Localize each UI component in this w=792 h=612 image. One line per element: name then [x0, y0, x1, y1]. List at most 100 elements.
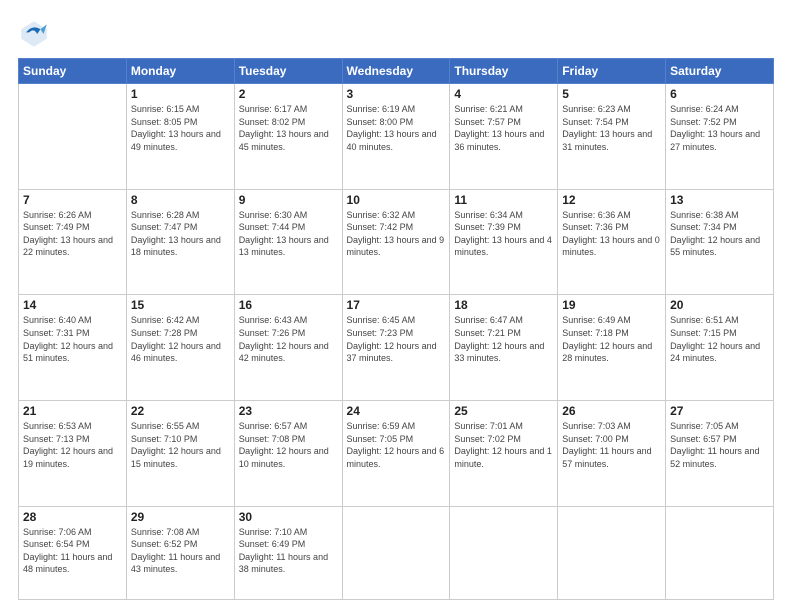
day-number: 17	[347, 298, 446, 312]
logo-icon	[18, 18, 50, 50]
day-info: Sunrise: 7:01 AMSunset: 7:02 PMDaylight:…	[454, 420, 553, 470]
calendar-cell: 21 Sunrise: 6:53 AMSunset: 7:13 PMDayligh…	[19, 401, 127, 507]
day-info: Sunrise: 7:05 AMSunset: 6:57 PMDaylight:…	[670, 420, 769, 470]
calendar-cell: 23 Sunrise: 6:57 AMSunset: 7:08 PMDayligh…	[234, 401, 342, 507]
day-info: Sunrise: 7:08 AMSunset: 6:52 PMDaylight:…	[131, 526, 230, 576]
day-number: 3	[347, 87, 446, 101]
day-info: Sunrise: 6:53 AMSunset: 7:13 PMDaylight:…	[23, 420, 122, 470]
week-row-2: 7 Sunrise: 6:26 AMSunset: 7:49 PMDaylight…	[19, 189, 774, 295]
calendar-cell: 30Sunrise: 7:10 AMSunset: 6:49 PMDayligh…	[234, 506, 342, 599]
week-row-1: 1 Sunrise: 6:15 AMSunset: 8:05 PMDaylight…	[19, 84, 774, 190]
day-info: Sunrise: 7:03 AMSunset: 7:00 PMDaylight:…	[562, 420, 661, 470]
calendar-cell	[342, 506, 450, 599]
day-info: Sunrise: 6:34 AMSunset: 7:39 PMDaylight:…	[454, 209, 553, 259]
calendar-cell: 9 Sunrise: 6:30 AMSunset: 7:44 PMDaylight…	[234, 189, 342, 295]
calendar-cell: 17 Sunrise: 6:45 AMSunset: 7:23 PMDayligh…	[342, 295, 450, 401]
day-info: Sunrise: 7:10 AMSunset: 6:49 PMDaylight:…	[239, 526, 338, 576]
day-info: Sunrise: 6:59 AMSunset: 7:05 PMDaylight:…	[347, 420, 446, 470]
day-info: Sunrise: 6:43 AMSunset: 7:26 PMDaylight:…	[239, 314, 338, 364]
day-info: Sunrise: 6:57 AMSunset: 7:08 PMDaylight:…	[239, 420, 338, 470]
calendar-cell: 24 Sunrise: 6:59 AMSunset: 7:05 PMDayligh…	[342, 401, 450, 507]
weekday-header-saturday: Saturday	[666, 59, 774, 84]
day-number: 16	[239, 298, 338, 312]
day-number: 10	[347, 193, 446, 207]
day-info: Sunrise: 6:45 AMSunset: 7:23 PMDaylight:…	[347, 314, 446, 364]
day-number: 14	[23, 298, 122, 312]
day-info: Sunrise: 6:40 AMSunset: 7:31 PMDaylight:…	[23, 314, 122, 364]
weekday-header-monday: Monday	[126, 59, 234, 84]
day-number: 9	[239, 193, 338, 207]
calendar-cell: 6 Sunrise: 6:24 AMSunset: 7:52 PMDaylight…	[666, 84, 774, 190]
calendar-cell: 18 Sunrise: 6:47 AMSunset: 7:21 PMDayligh…	[450, 295, 558, 401]
day-number: 20	[670, 298, 769, 312]
day-number: 13	[670, 193, 769, 207]
day-number: 29	[131, 510, 230, 524]
calendar-table: SundayMondayTuesdayWednesdayThursdayFrid…	[18, 58, 774, 600]
day-number: 6	[670, 87, 769, 101]
calendar-cell: 4Sunrise: 6:21 AMSunset: 7:57 PMDaylight…	[450, 84, 558, 190]
day-number: 26	[562, 404, 661, 418]
calendar-cell: 16 Sunrise: 6:43 AMSunset: 7:26 PMDayligh…	[234, 295, 342, 401]
calendar-cell: 28 Sunrise: 7:06 AMSunset: 6:54 PMDayligh…	[19, 506, 127, 599]
calendar-cell: 7 Sunrise: 6:26 AMSunset: 7:49 PMDaylight…	[19, 189, 127, 295]
weekday-header-sunday: Sunday	[19, 59, 127, 84]
day-number: 24	[347, 404, 446, 418]
calendar-cell	[450, 506, 558, 599]
calendar-cell: 12 Sunrise: 6:36 AMSunset: 7:36 PMDayligh…	[558, 189, 666, 295]
calendar-cell: 8 Sunrise: 6:28 AMSunset: 7:47 PMDaylight…	[126, 189, 234, 295]
day-number: 19	[562, 298, 661, 312]
week-row-3: 14 Sunrise: 6:40 AMSunset: 7:31 PMDayligh…	[19, 295, 774, 401]
calendar-cell: 3 Sunrise: 6:19 AMSunset: 8:00 PMDaylight…	[342, 84, 450, 190]
day-info: Sunrise: 6:17 AMSunset: 8:02 PMDaylight:…	[239, 103, 338, 153]
day-info: Sunrise: 6:55 AMSunset: 7:10 PMDaylight:…	[131, 420, 230, 470]
day-info: Sunrise: 6:15 AMSunset: 8:05 PMDaylight:…	[131, 103, 230, 153]
calendar-cell: 11 Sunrise: 6:34 AMSunset: 7:39 PMDayligh…	[450, 189, 558, 295]
day-number: 18	[454, 298, 553, 312]
day-info: Sunrise: 6:36 AMSunset: 7:36 PMDaylight:…	[562, 209, 661, 259]
day-number: 11	[454, 193, 553, 207]
day-number: 21	[23, 404, 122, 418]
day-info: Sunrise: 6:19 AMSunset: 8:00 PMDaylight:…	[347, 103, 446, 153]
day-info: Sunrise: 6:42 AMSunset: 7:28 PMDaylight:…	[131, 314, 230, 364]
day-info: Sunrise: 7:06 AMSunset: 6:54 PMDaylight:…	[23, 526, 122, 576]
calendar-cell: 19Sunrise: 6:49 AMSunset: 7:18 PMDayligh…	[558, 295, 666, 401]
day-number: 7	[23, 193, 122, 207]
calendar-cell: 10 Sunrise: 6:32 AMSunset: 7:42 PMDayligh…	[342, 189, 450, 295]
calendar-cell: 29 Sunrise: 7:08 AMSunset: 6:52 PMDayligh…	[126, 506, 234, 599]
calendar-cell: 26 Sunrise: 7:03 AMSunset: 7:00 PMDayligh…	[558, 401, 666, 507]
day-number: 22	[131, 404, 230, 418]
day-number: 8	[131, 193, 230, 207]
day-number: 23	[239, 404, 338, 418]
day-info: Sunrise: 6:38 AMSunset: 7:34 PMDaylight:…	[670, 209, 769, 259]
calendar-cell: 22 Sunrise: 6:55 AMSunset: 7:10 PMDayligh…	[126, 401, 234, 507]
calendar-cell: 25Sunrise: 7:01 AMSunset: 7:02 PMDayligh…	[450, 401, 558, 507]
weekday-header-wednesday: Wednesday	[342, 59, 450, 84]
day-number: 1	[131, 87, 230, 101]
header	[18, 18, 774, 50]
day-info: Sunrise: 6:32 AMSunset: 7:42 PMDaylight:…	[347, 209, 446, 259]
day-info: Sunrise: 6:47 AMSunset: 7:21 PMDaylight:…	[454, 314, 553, 364]
day-number: 28	[23, 510, 122, 524]
day-number: 12	[562, 193, 661, 207]
weekday-header-row: SundayMondayTuesdayWednesdayThursdayFrid…	[19, 59, 774, 84]
calendar-cell: 1 Sunrise: 6:15 AMSunset: 8:05 PMDaylight…	[126, 84, 234, 190]
calendar-cell: 2 Sunrise: 6:17 AMSunset: 8:02 PMDaylight…	[234, 84, 342, 190]
day-number: 4	[454, 87, 553, 101]
calendar-cell: 5Sunrise: 6:23 AMSunset: 7:54 PMDaylight…	[558, 84, 666, 190]
weekday-header-friday: Friday	[558, 59, 666, 84]
calendar-cell: 15Sunrise: 6:42 AMSunset: 7:28 PMDayligh…	[126, 295, 234, 401]
day-info: Sunrise: 6:30 AMSunset: 7:44 PMDaylight:…	[239, 209, 338, 259]
calendar-cell: 20 Sunrise: 6:51 AMSunset: 7:15 PMDayligh…	[666, 295, 774, 401]
calendar-cell	[558, 506, 666, 599]
day-number: 27	[670, 404, 769, 418]
day-info: Sunrise: 6:51 AMSunset: 7:15 PMDaylight:…	[670, 314, 769, 364]
day-info: Sunrise: 6:26 AMSunset: 7:49 PMDaylight:…	[23, 209, 122, 259]
day-info: Sunrise: 6:24 AMSunset: 7:52 PMDaylight:…	[670, 103, 769, 153]
page: SundayMondayTuesdayWednesdayThursdayFrid…	[0, 0, 792, 612]
calendar-cell: 14 Sunrise: 6:40 AMSunset: 7:31 PMDayligh…	[19, 295, 127, 401]
day-info: Sunrise: 6:28 AMSunset: 7:47 PMDaylight:…	[131, 209, 230, 259]
day-number: 2	[239, 87, 338, 101]
calendar-cell	[19, 84, 127, 190]
day-number: 5	[562, 87, 661, 101]
logo	[18, 18, 54, 50]
